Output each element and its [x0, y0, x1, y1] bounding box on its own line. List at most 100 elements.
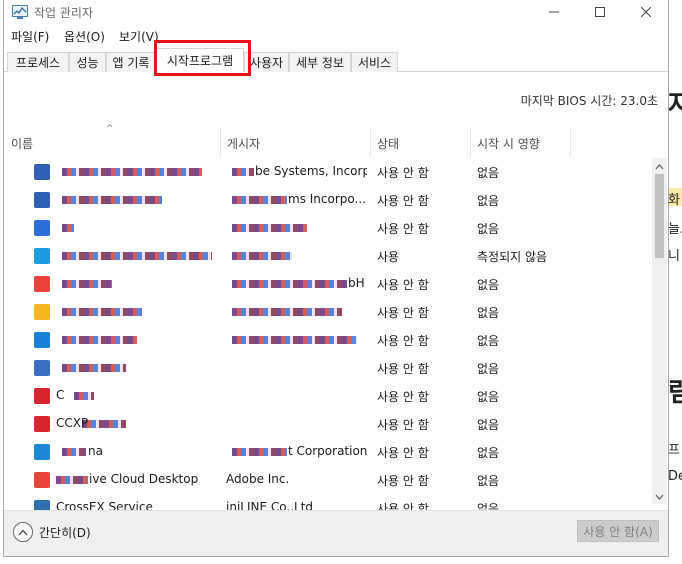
- app-icon: [34, 164, 50, 180]
- column-publisher[interactable]: 게시자: [220, 130, 370, 156]
- column-status[interactable]: 상태: [370, 130, 470, 156]
- redacted-name: [74, 392, 94, 400]
- app-startup-impact: 측정되지 않음: [477, 250, 548, 264]
- app-startup-impact: 없음: [477, 222, 500, 236]
- scroll-thumb[interactable]: [655, 174, 664, 258]
- chevron-down-icon: [655, 494, 664, 500]
- scroll-down-arrow[interactable]: [652, 490, 667, 504]
- table-row[interactable]: 사용 안 함 없음: [4, 298, 652, 326]
- tab-performance[interactable]: 성능: [69, 52, 106, 72]
- app-icon: [34, 220, 50, 236]
- bg-glyph: 화: [668, 193, 680, 208]
- menu-view[interactable]: 보기(V): [119, 28, 159, 45]
- app-status: 사용 안 함: [377, 474, 429, 488]
- table-row[interactable]: CrossEX Service iniLINE Co.,Ltd 사용 안 함 없…: [4, 494, 652, 510]
- app-publisher: be Systems, Incorp...: [255, 164, 367, 178]
- menu-options[interactable]: 옵션(O): [64, 28, 105, 45]
- app-icon: [34, 472, 50, 488]
- app-icon: [34, 500, 50, 510]
- app-name: C: [56, 388, 65, 402]
- redacted-name: [62, 336, 137, 344]
- redacted-name: [62, 168, 202, 176]
- app-status: 사용 안 함: [377, 390, 429, 404]
- tab-details[interactable]: 세부 정보: [289, 52, 351, 72]
- table-row[interactable]: 사용 안 함 없음: [4, 326, 652, 354]
- app-status: 사용 안 함: [377, 362, 429, 376]
- app-icon: [34, 276, 50, 292]
- column-name[interactable]: 이름: [4, 130, 220, 156]
- app-startup-impact: 없음: [477, 474, 500, 488]
- app-icon: [34, 304, 50, 320]
- app-name: ive Cloud Desktop: [89, 472, 199, 486]
- app-icon: [34, 360, 50, 376]
- table-row[interactable]: ms Incorpo... 사용 안 함 없음: [4, 186, 652, 214]
- tab-services[interactable]: 서비스: [351, 52, 398, 72]
- app-icon: [34, 416, 50, 432]
- column-divider[interactable]: [570, 127, 571, 157]
- fewer-details-icon[interactable]: [13, 522, 33, 542]
- app-status: 사용 안 함: [377, 306, 429, 320]
- chevron-up-icon: [655, 164, 664, 170]
- redacted-name: [62, 224, 74, 232]
- app-startup-impact: 없음: [477, 334, 500, 348]
- table-row[interactable]: C 사용 안 함 없음: [4, 382, 652, 410]
- startup-tab-highlight: [154, 40, 251, 76]
- redacted-publisher: [232, 224, 307, 232]
- maximize-button[interactable]: [577, 0, 623, 24]
- menu-file[interactable]: 파일(F): [11, 28, 49, 45]
- redacted-publisher: [232, 252, 292, 260]
- bg-glyph: 니: [668, 249, 680, 264]
- app-icon: [34, 192, 50, 208]
- app-startup-impact: 없음: [477, 194, 500, 208]
- column-name-label: 이름: [11, 136, 34, 151]
- app-startup-impact: 없음: [477, 278, 500, 292]
- table-row[interactable]: 사용 안 함 없음: [4, 214, 652, 242]
- maximize-icon: [595, 7, 605, 17]
- title-bar[interactable]: 작업 관리자: [4, 0, 668, 24]
- redacted-publisher: [232, 196, 287, 204]
- bg-glyph: 늘도: [668, 222, 682, 237]
- app-status: 사용 안 함: [377, 502, 429, 510]
- app-status: 사용 안 함: [377, 446, 429, 460]
- column-startup-impact[interactable]: 시작 시 영향: [470, 130, 570, 156]
- table-row[interactable]: na t Corporation 사용 안 함 없음: [4, 438, 652, 466]
- minimize-button[interactable]: [531, 0, 577, 24]
- app-startup-impact: 없음: [477, 166, 500, 180]
- tab-app-history[interactable]: 앱 기록: [106, 52, 156, 72]
- minimize-icon: [549, 11, 559, 13]
- redacted-publisher: [232, 280, 347, 288]
- table-row[interactable]: 사용 안 함 없음: [4, 354, 652, 382]
- bg-glyph: 프: [668, 443, 680, 458]
- column-impact-label: 시작 시 영향: [477, 136, 540, 151]
- app-status: 사용 안 함: [377, 166, 429, 180]
- redacted-publisher: [232, 308, 342, 316]
- redacted-name: [62, 252, 212, 260]
- bg-glyph: 자: [668, 90, 682, 120]
- app-status: 사용 안 함: [377, 278, 429, 292]
- fewer-details-link[interactable]: 간단히(D): [39, 524, 91, 541]
- close-button[interactable]: [623, 0, 669, 24]
- disable-button[interactable]: 사용 안 함(A): [577, 520, 659, 542]
- table-row[interactable]: bH 사용 안 함 없음: [4, 270, 652, 298]
- table-row[interactable]: be Systems, Incorp... 사용 안 함 없음: [4, 158, 652, 186]
- app-startup-impact: 없음: [477, 306, 500, 320]
- bg-glyph: 림: [668, 378, 682, 408]
- table-row[interactable]: 사용 측정되지 않음: [4, 242, 652, 270]
- redacted-name: [62, 364, 126, 372]
- close-icon: [641, 7, 651, 17]
- task-manager-window: 작업 관리자 파일(F) 옵션(O) 보기(V) 프로세스 성능 앱 기록 시작…: [3, 0, 669, 557]
- tab-processes[interactable]: 프로세스: [7, 52, 69, 72]
- app-name: CCXP: [56, 416, 89, 430]
- scroll-up-arrow[interactable]: [652, 160, 667, 174]
- app-name: CrossEX Service: [56, 500, 153, 510]
- background-window: 자 화 늘도 니 림 프 Del: [668, 0, 682, 564]
- app-publisher: bH: [348, 276, 365, 290]
- table-row[interactable]: ive Cloud Desktop Adobe Inc. 사용 안 함 없음: [4, 466, 652, 494]
- redacted-publisher: [232, 448, 287, 456]
- last-bios-time: 마지막 BIOS 시간: 23.0초: [520, 94, 658, 108]
- bg-glyph: Del: [668, 469, 682, 484]
- app-status: 사용: [377, 250, 400, 264]
- app-icon: [34, 388, 50, 404]
- table-row[interactable]: CCXP 사용 안 함 없음: [4, 410, 652, 438]
- footer-bar: 간단히(D) 사용 안 함(A): [4, 510, 668, 556]
